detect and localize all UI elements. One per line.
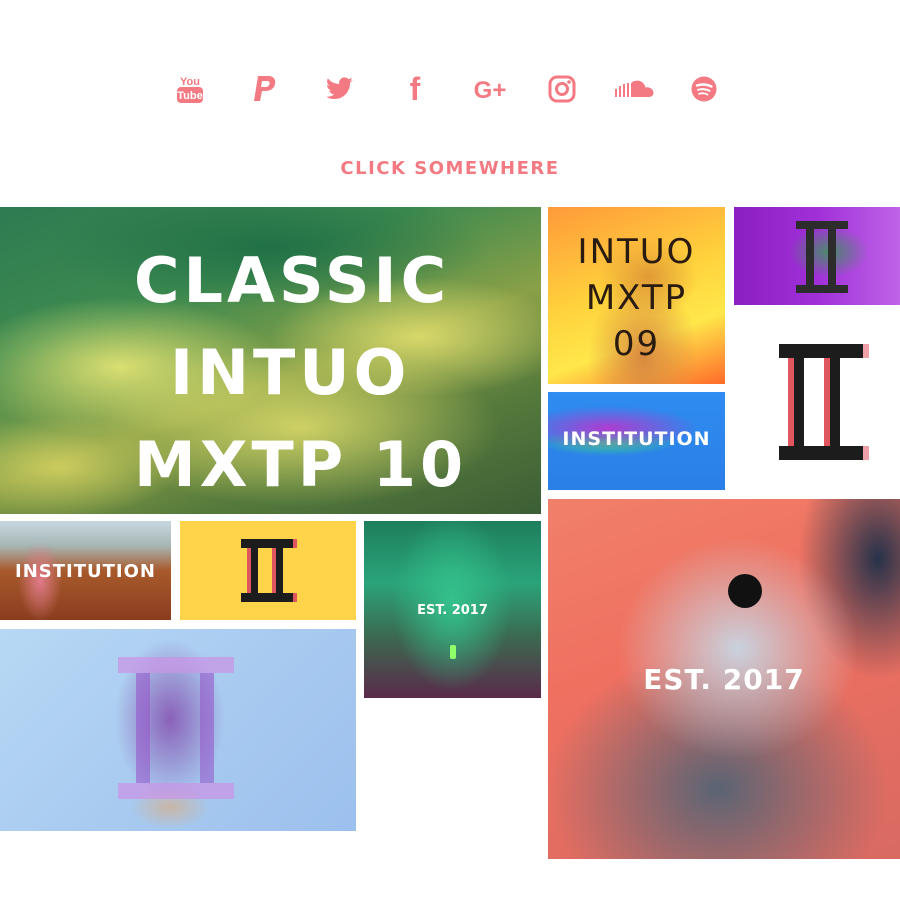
- tile-classic-intuo-mxtp-10[interactable]: CLASSIC INTUO MXTP 10: [0, 207, 541, 514]
- tile-institution-astronaut[interactable]: INSTITUTION: [0, 521, 171, 620]
- intuo-line: INTUO: [170, 336, 411, 409]
- svg-text:G+: G+: [474, 77, 507, 104]
- tile-purple-hand-logo[interactable]: [734, 207, 900, 305]
- social-links: You Tube f G+: [0, 70, 900, 110]
- spotify-icon[interactable]: [684, 70, 724, 108]
- mxtp-10-line: MXTP 10: [134, 428, 468, 501]
- est-2017-waterfall-label: EST. 2017: [417, 603, 488, 618]
- est-2017-falcon-label: EST. 2017: [643, 663, 805, 696]
- instagram-icon[interactable]: [542, 70, 582, 108]
- logo-top-bar: [796, 221, 848, 229]
- youtube-icon[interactable]: You Tube: [170, 70, 210, 108]
- logo-left-bar: [794, 358, 804, 446]
- logo-bottom-bar: [796, 285, 848, 293]
- paypal-icon[interactable]: [245, 70, 285, 108]
- tile-est-2017-falcon[interactable]: EST. 2017: [548, 499, 900, 859]
- tile-logo-white[interactable]: [734, 314, 900, 490]
- institution-shark-label: INSTITUTION: [562, 428, 711, 450]
- youtube-tube: Tube: [177, 90, 202, 102]
- google-plus-icon[interactable]: G+: [470, 70, 510, 108]
- tile-intuo-mxtp-09[interactable]: INTUO MXTP 09: [548, 207, 725, 384]
- logo-right-bar: [828, 229, 836, 285]
- logo-left-bar: [806, 229, 814, 285]
- logo-right-bar: [830, 358, 840, 446]
- svg-text:f: f: [410, 74, 421, 104]
- classic-line: CLASSIC: [134, 244, 451, 317]
- intuo-09-line3: 09: [612, 324, 661, 364]
- twitter-icon[interactable]: [320, 70, 360, 108]
- soundcloud-icon[interactable]: [612, 70, 656, 108]
- tile-logo-yellow[interactable]: [180, 521, 356, 620]
- figure: [450, 645, 456, 659]
- logo-top-bar: [241, 539, 293, 548]
- logo-left-bar: [136, 673, 150, 783]
- logo-top-bar: [779, 344, 863, 358]
- logo-top-bar: [118, 657, 234, 673]
- falcon-eye: [728, 574, 762, 608]
- tile-institution-shark[interactable]: INSTITUTION: [548, 392, 725, 490]
- click-somewhere-heading[interactable]: CLICK SOMEWHERE: [0, 158, 900, 179]
- logo-left-bar: [251, 548, 258, 593]
- institution-astronaut-label: INSTITUTION: [15, 561, 156, 582]
- tile-hands-logo[interactable]: [0, 629, 356, 831]
- logo-bottom-bar: [118, 783, 234, 799]
- logo-right-bar: [276, 548, 283, 593]
- logo-bottom-bar: [779, 446, 863, 460]
- intuo-09-line1: INTUO: [577, 232, 696, 272]
- youtube-you: You: [180, 76, 200, 88]
- intuo-09-line2: MXTP: [585, 278, 688, 318]
- facebook-icon[interactable]: f: [395, 70, 435, 108]
- logo-bottom-bar: [241, 593, 293, 602]
- tile-est-2017-waterfall[interactable]: EST. 2017: [364, 521, 541, 698]
- logo-right-bar: [200, 673, 214, 783]
